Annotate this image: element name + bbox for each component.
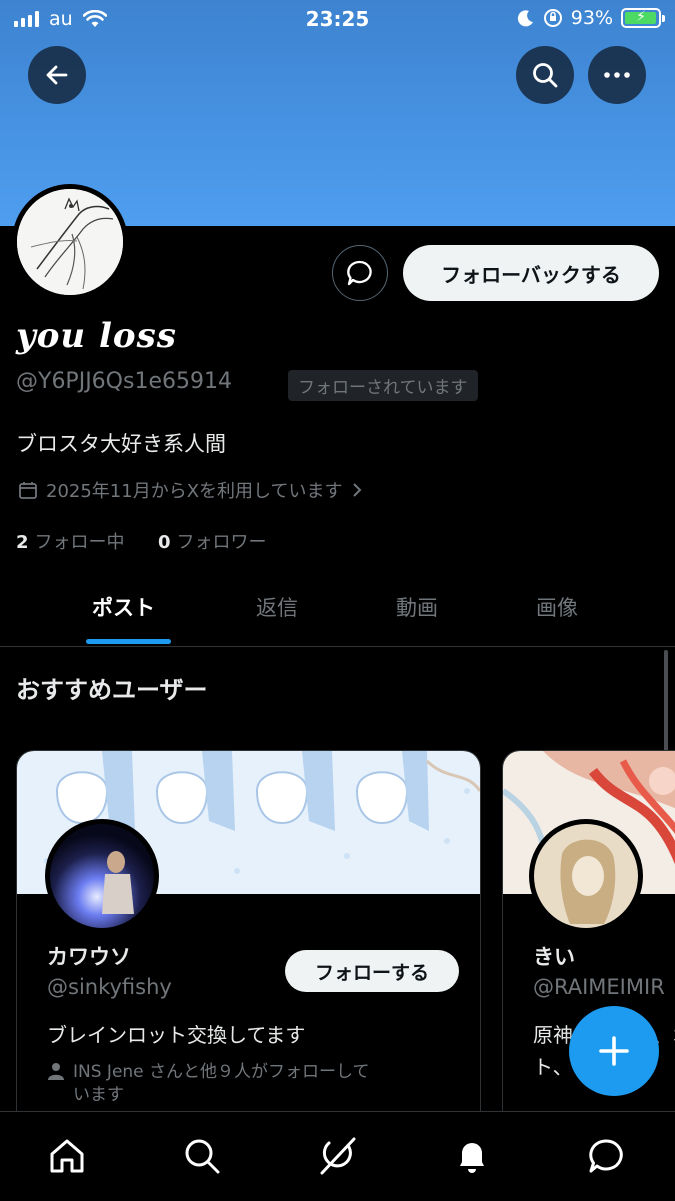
back-arrow-icon (46, 65, 68, 85)
user-avatar[interactable] (529, 819, 643, 933)
profile-avatar[interactable] (12, 184, 128, 300)
follows-you-badge: フォローされています (288, 370, 478, 401)
follow-counts: 2 フォロー中 0 フォロワー (16, 528, 267, 554)
follow-button[interactable]: フォローする (285, 950, 459, 992)
nav-messages[interactable] (585, 1134, 629, 1178)
nav-home[interactable] (45, 1134, 89, 1178)
following-link[interactable]: 2 フォロー中 (16, 532, 125, 553)
more-icon (604, 72, 630, 78)
calendar-icon (19, 482, 37, 499)
bell-icon (460, 1143, 484, 1173)
search-button[interactable] (516, 46, 574, 104)
compose-post-button[interactable] (569, 1006, 659, 1096)
moon-icon (517, 10, 533, 27)
user-name: カワウソ (47, 945, 131, 969)
profile-tabs: ポスト 返信 動画 画像 (0, 580, 675, 647)
back-button[interactable] (28, 46, 86, 104)
bottom-navigation (0, 1111, 675, 1201)
message-button[interactable] (332, 245, 388, 301)
person-icon (48, 1063, 64, 1080)
chevron-right-icon (352, 483, 361, 497)
joined-text: 2025年11月からXを利用しています (46, 481, 343, 502)
orientation-lock-icon (543, 9, 562, 27)
profile-handle: @Y6PJJ6Qs1e65914 (16, 369, 232, 394)
tab-replies[interactable]: 返信 (256, 592, 298, 622)
search-icon (533, 63, 558, 88)
recommended-users-title: おすすめユーザー (16, 676, 208, 704)
nav-search[interactable] (180, 1134, 224, 1178)
avatar-sketch-image (17, 189, 123, 295)
grok-icon (320, 1137, 356, 1175)
user-handle: @sinkyfishy (47, 975, 172, 999)
tab-posts[interactable]: ポスト (92, 592, 155, 622)
profile-bio: ブロスタ大好き系人間 (16, 432, 226, 456)
home-icon (50, 1139, 84, 1173)
active-tab-indicator (86, 639, 171, 644)
message-icon (347, 260, 372, 286)
joined-date[interactable]: 2025年11月からXを利用しています (18, 477, 363, 503)
battery-icon: ⚡ (621, 8, 665, 28)
plus-icon (599, 1036, 629, 1066)
nav-notifications[interactable] (450, 1134, 494, 1178)
user-avatar[interactable] (45, 819, 159, 933)
nav-grok[interactable] (315, 1134, 359, 1178)
recommended-user-card[interactable]: カワウソ @sinkyfishy フォローする ブレインロット交換してます IN… (16, 750, 481, 1132)
followed-by-text: INS Jene さんと他９人がフォローして います (47, 1061, 467, 1107)
more-options-button[interactable] (588, 46, 646, 104)
search-icon (185, 1139, 220, 1174)
user-bio: ブレインロット交換してます (47, 1023, 306, 1047)
followers-link[interactable]: 0 フォロワー (158, 532, 267, 553)
tab-images[interactable]: 画像 (536, 592, 578, 622)
display-name: you loss (16, 316, 177, 356)
tab-videos[interactable]: 動画 (396, 592, 438, 622)
user-name: きい (533, 945, 575, 969)
follow-back-button[interactable]: フォローバックする (403, 245, 659, 301)
battery-percent: 93% (570, 7, 613, 29)
user-bio-line2: ト、 (533, 1055, 573, 1079)
user-handle: @RAIMEIMIR (533, 975, 665, 999)
chat-icon (589, 1139, 623, 1173)
status-bar: au 23:25 93% ⚡ (0, 0, 675, 38)
